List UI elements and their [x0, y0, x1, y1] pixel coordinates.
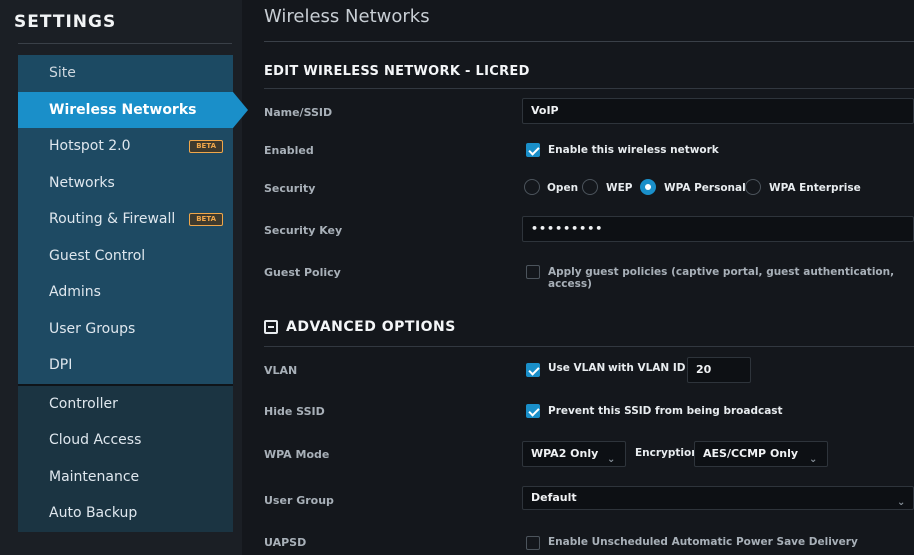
- sidebar-item-cloud-access[interactable]: Cloud Access: [18, 422, 233, 459]
- sidebar-item-auto-backup[interactable]: Auto Backup: [18, 495, 233, 532]
- sidebar-nav: Site Wireless Networks Hotspot 2.0 BETA N…: [18, 55, 248, 532]
- vlan-row: VLAN Use VLAN with VLAN ID 20: [264, 356, 914, 386]
- advanced-options-title[interactable]: ADVANCED OPTIONS: [286, 319, 456, 335]
- ssid-label: Name/SSID: [264, 106, 333, 119]
- enabled-label: Enabled: [264, 144, 314, 157]
- page-title: Wireless Networks: [264, 6, 430, 27]
- enabled-checkbox[interactable]: [526, 143, 540, 157]
- guest-policy-option-label: Apply guest policies (captive portal, gu…: [548, 266, 895, 290]
- hide-ssid-row: Hide SSID Prevent this SSID from being b…: [264, 397, 914, 427]
- guest-policy-row: Guest Policy Apply guest policies (capti…: [264, 258, 914, 290]
- sidebar-item-label: User Groups: [49, 320, 136, 337]
- vlan-id-label: with VLAN ID: [608, 362, 686, 374]
- sidebar-item-wireless-networks[interactable]: Wireless Networks: [18, 91, 248, 128]
- ssid-row: Name/SSID VoIP: [264, 98, 914, 128]
- sidebar-item-label: DPI: [49, 357, 73, 373]
- hide-ssid-label: Hide SSID: [264, 405, 325, 418]
- wpa-mode-row: WPA Mode WPA2 Only ⌄ Encryption AES/CCMP…: [264, 440, 914, 470]
- vlan-label: VLAN: [264, 364, 298, 377]
- hide-ssid-option-label: Prevent this SSID from being broadcast: [548, 405, 783, 417]
- user-group-select[interactable]: Default ⌄: [522, 486, 914, 510]
- sidebar-title: SETTINGS: [14, 12, 117, 32]
- ssid-input[interactable]: VoIP: [522, 98, 914, 124]
- sidebar-item-controller[interactable]: Controller: [18, 385, 233, 422]
- security-option-wpa-enterprise: WPA Enterprise: [769, 182, 861, 194]
- sidebar-item-label: Hotspot 2.0: [49, 138, 131, 154]
- user-group-label: User Group: [264, 494, 334, 507]
- uapsd-option-label: Enable Unscheduled Automatic Power Save …: [548, 536, 858, 548]
- divider: [264, 346, 914, 347]
- chevron-down-icon: ⌄: [897, 497, 906, 508]
- wpa-mode-label: WPA Mode: [264, 448, 330, 461]
- security-option-open: Open: [547, 182, 579, 194]
- security-radio-open[interactable]: [524, 179, 540, 195]
- sidebar-item-label: Controller: [49, 395, 118, 412]
- sidebar-item-maintenance[interactable]: Maintenance: [18, 458, 233, 495]
- security-radio-wpa-personal[interactable]: [640, 179, 656, 195]
- sidebar-item-routing-firewall[interactable]: Routing & Firewall BETA: [18, 201, 233, 238]
- sidebar-item-user-groups[interactable]: User Groups: [18, 310, 233, 347]
- uapsd-label: UAPSD: [264, 536, 307, 549]
- uapsd-checkbox[interactable]: [526, 536, 540, 550]
- vlan-id-input[interactable]: 20: [687, 357, 751, 383]
- security-option-wep: WEP: [606, 182, 633, 194]
- encryption-value: AES/CCMP Only: [703, 447, 799, 460]
- security-key-label: Security Key: [264, 224, 343, 237]
- sidebar-item-label: Cloud Access: [49, 432, 142, 448]
- enabled-row: Enabled Enable this wireless network: [264, 136, 914, 166]
- encryption-label: Encryption: [635, 447, 699, 459]
- uapsd-row: UAPSD Enable Unscheduled Automatic Power…: [264, 528, 914, 555]
- sidebar-item-hotspot[interactable]: Hotspot 2.0 BETA: [18, 128, 233, 165]
- divider: [18, 43, 232, 44]
- sidebar-item-label: Maintenance: [49, 468, 140, 485]
- wpa-mode-value: WPA2 Only: [531, 447, 599, 460]
- guest-policy-label: Guest Policy: [264, 266, 341, 279]
- sidebar-item-label: Guest Control: [49, 247, 146, 264]
- sidebar-item-label: Routing & Firewall: [49, 211, 176, 227]
- guest-policy-checkbox[interactable]: [526, 265, 540, 279]
- vlan-checkbox[interactable]: [526, 363, 540, 377]
- hide-ssid-checkbox[interactable]: [526, 404, 540, 418]
- user-group-row: User Group Default ⌄: [264, 486, 914, 516]
- sidebar-item-dpi[interactable]: DPI: [18, 347, 233, 384]
- encryption-select[interactable]: AES/CCMP Only ⌄: [694, 441, 828, 467]
- security-label: Security: [264, 182, 316, 195]
- security-radio-wpa-enterprise[interactable]: [745, 179, 761, 195]
- settings-sidebar: SETTINGS Site Wireless Networks Hotspot …: [0, 0, 248, 555]
- security-row: Security Open WEP WPA Personal WPA Enter…: [264, 174, 914, 204]
- wpa-mode-select[interactable]: WPA2 Only ⌄: [522, 441, 626, 467]
- sidebar-item-site[interactable]: Site: [18, 55, 233, 92]
- divider: [264, 88, 914, 89]
- security-radio-wep[interactable]: [582, 179, 598, 195]
- sidebar-item-networks[interactable]: Networks: [18, 164, 233, 201]
- security-option-wpa-personal: WPA Personal: [664, 182, 746, 194]
- collapse-icon[interactable]: [264, 320, 278, 334]
- divider: [264, 41, 914, 42]
- sidebar-item-label: Wireless Networks: [49, 101, 197, 118]
- sidebar-item-label: Site: [49, 65, 76, 81]
- sidebar-item-label: Networks: [49, 174, 115, 191]
- beta-badge: BETA: [189, 213, 223, 226]
- sidebar-item-label: Auto Backup: [49, 505, 138, 521]
- chevron-down-icon: ⌄: [809, 454, 818, 465]
- security-key-input[interactable]: •••••••••: [522, 216, 914, 242]
- chevron-down-icon: ⌄: [607, 454, 616, 465]
- sidebar-item-admins[interactable]: Admins: [18, 274, 233, 311]
- user-group-value: Default: [531, 491, 577, 504]
- section-title: EDIT WIRELESS NETWORK - LICRED: [264, 64, 530, 79]
- beta-badge: BETA: [189, 140, 223, 153]
- vlan-option-label: Use VLAN: [548, 362, 606, 374]
- enabled-option-label: Enable this wireless network: [548, 144, 719, 156]
- security-key-row: Security Key •••••••••: [264, 216, 914, 246]
- sidebar-item-guest-control[interactable]: Guest Control: [18, 237, 233, 274]
- sidebar-item-label: Admins: [49, 284, 101, 300]
